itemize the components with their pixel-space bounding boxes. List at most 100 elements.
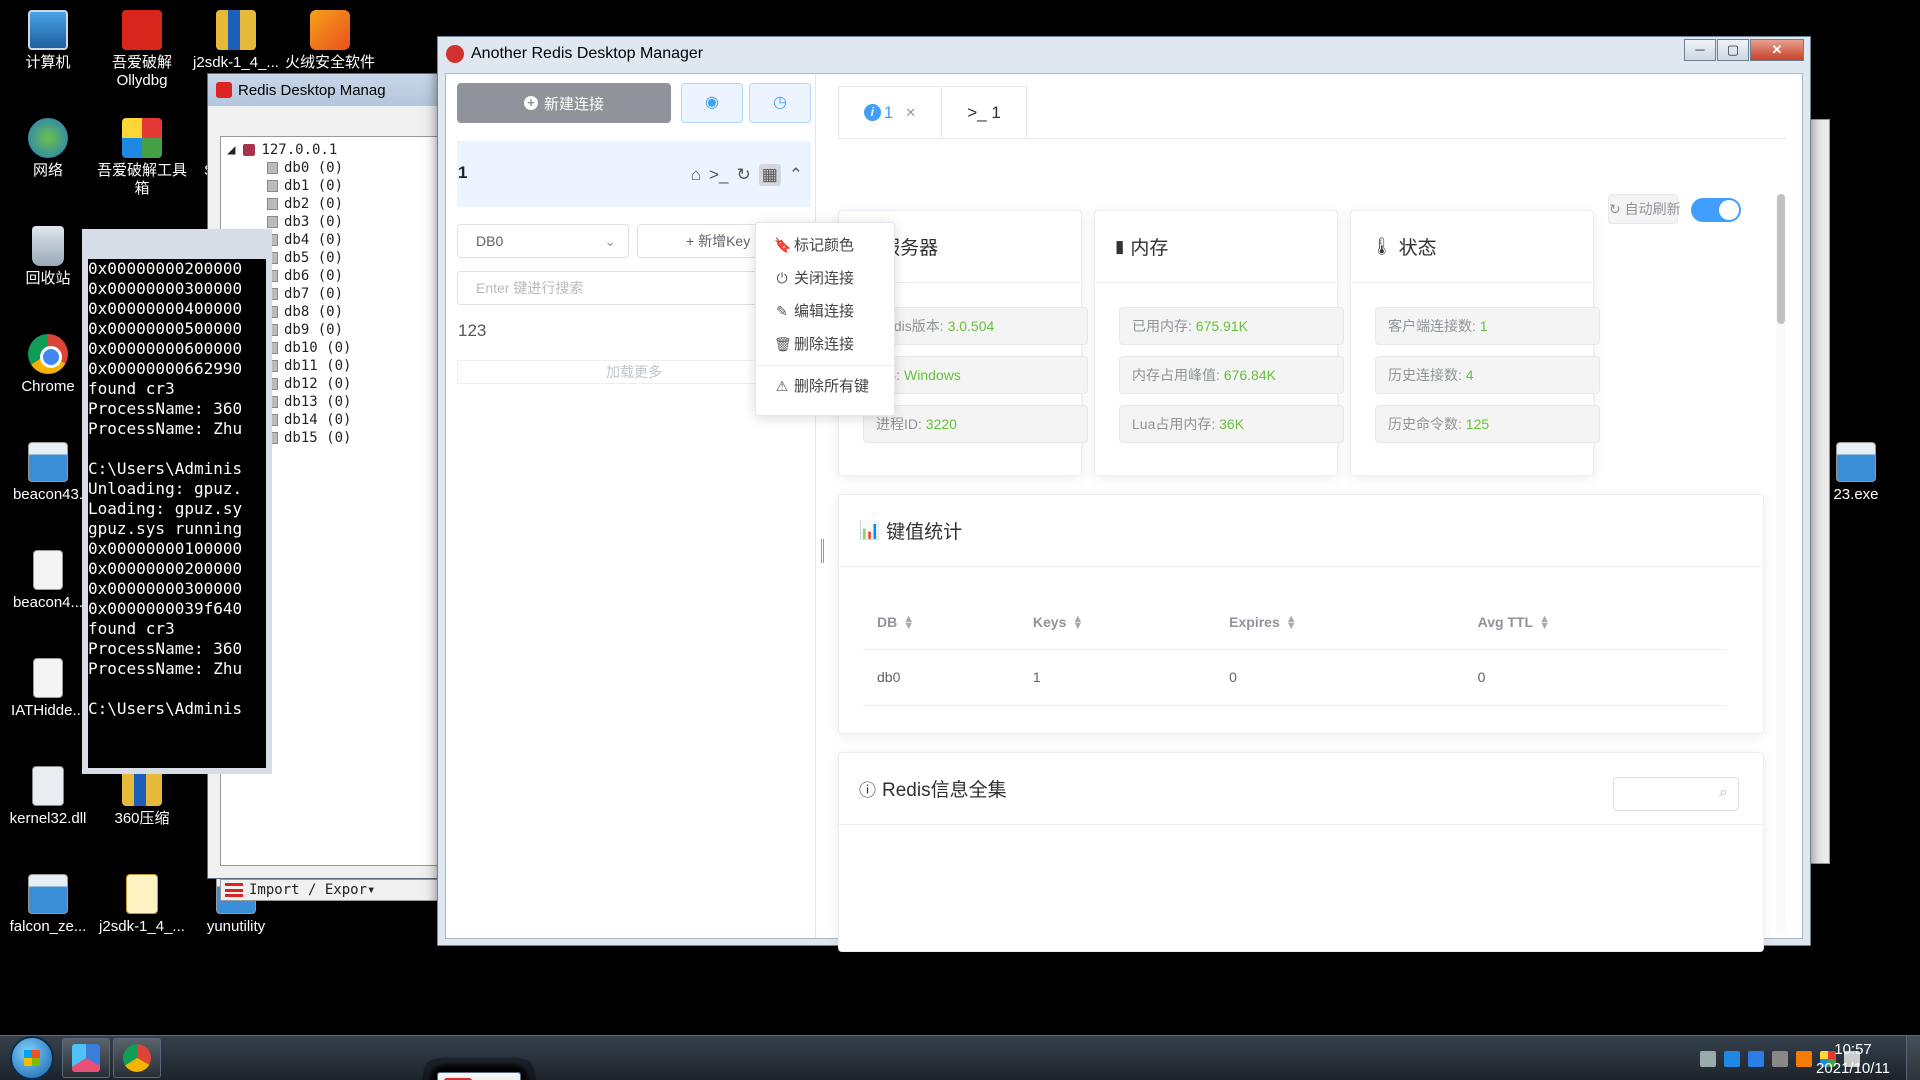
desktop-icon-label: 火绒安全软件 bbox=[284, 54, 375, 71]
server-icon bbox=[243, 144, 256, 156]
thermometer-icon: 🌡 bbox=[1371, 236, 1393, 256]
desktop-icon[interactable]: 计算机 bbox=[0, 10, 96, 72]
file-icon bbox=[33, 550, 63, 590]
p-app-icon[interactable] bbox=[1724, 1050, 1740, 1067]
memory-chip-icon: ▮ bbox=[1115, 236, 1125, 256]
import-export-button[interactable]: Import / Expor ▾ bbox=[220, 879, 452, 901]
terminal-icon[interactable]: >_ bbox=[709, 165, 728, 185]
taskbar-window-button[interactable]: A... bbox=[437, 1072, 521, 1080]
stat-total-commands: 历史命令数: 125 bbox=[1375, 405, 1600, 443]
minimize-button[interactable]: ─ bbox=[1684, 39, 1716, 61]
menu-item-flush-all-keys[interactable]: ⚠ 删除所有键 bbox=[756, 370, 894, 403]
tab-terminal[interactable]: >_ 1 bbox=[941, 86, 1027, 138]
status-button[interactable]: ◉ bbox=[681, 83, 743, 123]
desktop-icon[interactable]: 360压缩 bbox=[94, 766, 190, 828]
history-button[interactable]: ◷ bbox=[749, 83, 811, 123]
console-line: gpuz.sys running bbox=[88, 519, 243, 538]
server-info-pane: i 1 ✕ >_ 1 ↻ 自动刷新 ▤服务器 Redis版本: 3.0.504 … bbox=[838, 74, 1786, 952]
another-redis-desktop-manager-window[interactable]: Another Redis Desktop Manager ─ ▢ ✕ + 新建… bbox=[437, 36, 1811, 952]
auto-refresh-button[interactable]: ↻ 自动刷新 bbox=[1608, 194, 1681, 224]
pane-splitter[interactable] bbox=[821, 539, 824, 563]
menu-item-close-connection[interactable]: ⏻ 关闭连接 bbox=[756, 262, 894, 295]
desktop-icon[interactable]: j2sdk-1_4_... bbox=[94, 874, 190, 936]
memory-card: ▮ 内存 已用内存: 675.91K 内存占用峰值: 676.84K Lua占用内… bbox=[1094, 210, 1344, 476]
database-icon bbox=[267, 216, 278, 228]
database-icon bbox=[267, 162, 278, 174]
desktop-icon[interactable]: 吾爱破解工具箱 bbox=[94, 118, 190, 198]
db-select[interactable]: DB0 ⌄ bbox=[457, 224, 629, 258]
tools-icon[interactable] bbox=[1772, 1050, 1788, 1067]
input-method-icon[interactable] bbox=[1796, 1050, 1812, 1067]
column-header-db[interactable]: DB ▲ ▼ bbox=[863, 595, 1019, 649]
sort-icon: ▲ ▼ bbox=[1285, 612, 1297, 632]
tab-close-icon[interactable]: ✕ bbox=[905, 105, 916, 121]
info-search-input[interactable] bbox=[1613, 777, 1739, 811]
auto-refresh-toggle[interactable] bbox=[1691, 198, 1741, 222]
tree-db-node[interactable]: db2 (0) bbox=[227, 195, 451, 213]
exe-icon bbox=[1836, 442, 1876, 482]
recycle-bin-icon bbox=[32, 226, 64, 266]
menu-icon bbox=[225, 883, 243, 897]
console-line: found cr3 bbox=[88, 619, 175, 638]
new-connection-button[interactable]: + 新建连接 bbox=[457, 83, 671, 123]
console-line: 0x00000000100000 bbox=[88, 539, 243, 558]
console-line: 0x00000000400000 bbox=[88, 299, 243, 318]
window-titlebar[interactable]: Another Redis Desktop Manager bbox=[438, 37, 1810, 71]
bluetooth-icon[interactable] bbox=[1748, 1050, 1764, 1067]
show-desktop-button[interactable] bbox=[1906, 1036, 1920, 1080]
console-line: ProcessName: 360 bbox=[88, 399, 243, 418]
key-stats-table: DB ▲ ▼ Keys ▲ ▼ Expires ▲ ▼ Avg TTL ▲ ▼ db0 1 0 … bbox=[863, 595, 1727, 706]
plus-icon: + bbox=[523, 96, 538, 110]
power-icon: ⏻ bbox=[776, 270, 788, 286]
menu-item-mark-color[interactable]: 🔖 标记颜色 bbox=[756, 229, 894, 262]
taskbar-pinned-app[interactable] bbox=[62, 1038, 110, 1078]
vertical-scrollbar[interactable] bbox=[1776, 194, 1786, 934]
column-header-avg-ttl[interactable]: Avg TTL ▲ ▼ bbox=[1464, 595, 1727, 649]
refresh-icon[interactable]: ↻ bbox=[736, 165, 750, 185]
taskbar: C:...C:...C:...C:...C:...C:\C:\C:...C:\管… bbox=[0, 1035, 1920, 1080]
start-button[interactable] bbox=[10, 1036, 54, 1080]
tree-db-node[interactable]: db1 (0) bbox=[227, 177, 451, 195]
console-line: 0x00000000300000 bbox=[88, 279, 243, 298]
desktop-icon[interactable]: falcon_ze... bbox=[0, 874, 96, 936]
key-list-item[interactable]: 123 bbox=[458, 321, 486, 341]
desktop-icon[interactable]: kernel32.dll bbox=[0, 766, 96, 828]
console-line: ProcessName: Zhu bbox=[88, 659, 243, 678]
tree-server-node[interactable]: ◢ 127.0.0.1 bbox=[227, 141, 451, 159]
menu-item-delete-connection[interactable]: 🗑 删除连接 bbox=[756, 328, 894, 361]
maximize-button[interactable]: ▢ bbox=[1717, 39, 1749, 61]
connection-header[interactable]: 1 ⌂ >_ ↻ ▦ ⌃ bbox=[457, 141, 811, 207]
desktop-icon[interactable]: 网络 bbox=[0, 118, 96, 180]
column-header-keys[interactable]: Keys ▲ ▼ bbox=[1019, 595, 1215, 649]
stat-process-id: 进程ID: 3220 bbox=[863, 405, 1088, 443]
computer-icon bbox=[28, 10, 68, 50]
expand-arrow-icon[interactable]: ◢ bbox=[227, 141, 235, 159]
stat-peak-memory: 内存占用峰值: 676.84K bbox=[1119, 356, 1344, 394]
desktop-icon[interactable]: 吾爱破解 Ollydbg bbox=[94, 10, 190, 90]
cmd-window[interactable]: 管理员: C:\Windows 0x00000000200000 0x000000… bbox=[82, 229, 272, 774]
stat-lua-memory: Lua占用内存: 36K bbox=[1119, 405, 1344, 443]
desktop-icon[interactable]: j2sdk-1_4_... bbox=[188, 10, 284, 72]
home-icon[interactable]: ⌂ bbox=[691, 165, 701, 185]
taskbar-chrome[interactable] bbox=[113, 1038, 161, 1078]
app-logo-icon bbox=[446, 45, 464, 63]
menu-item-edit-connection[interactable]: ✎ 编辑连接 bbox=[756, 295, 894, 328]
console-line: 0x00000000662990 bbox=[88, 359, 243, 378]
clock[interactable]: 10:57 2021/10/11 bbox=[1816, 1040, 1890, 1078]
desktop-icon[interactable]: 火绒安全软件 bbox=[282, 10, 378, 72]
keyboard-icon[interactable] bbox=[1700, 1050, 1716, 1067]
exe-icon bbox=[28, 442, 68, 482]
tree-db-node[interactable]: db0 (0) bbox=[227, 159, 451, 177]
window-titlebar[interactable]: Redis Desktop Manag bbox=[208, 74, 452, 106]
desktop-icon-label: yunutility bbox=[206, 918, 266, 935]
menu-grid-icon[interactable]: ▦ bbox=[758, 164, 781, 186]
tab-status[interactable]: i 1 ✕ bbox=[838, 86, 942, 138]
desktop-icon-label: 吾爱破解工具箱 bbox=[96, 162, 187, 197]
chevron-down-icon: ⌄ bbox=[604, 233, 616, 249]
console-line: ProcessName: Zhu bbox=[88, 419, 243, 438]
close-button[interactable]: ✕ bbox=[1750, 39, 1804, 61]
chevron-up-icon[interactable]: ⌃ bbox=[789, 165, 803, 185]
column-header-expires[interactable]: Expires ▲ ▼ bbox=[1215, 595, 1463, 649]
sort-icon: ▲ ▼ bbox=[1072, 612, 1084, 632]
